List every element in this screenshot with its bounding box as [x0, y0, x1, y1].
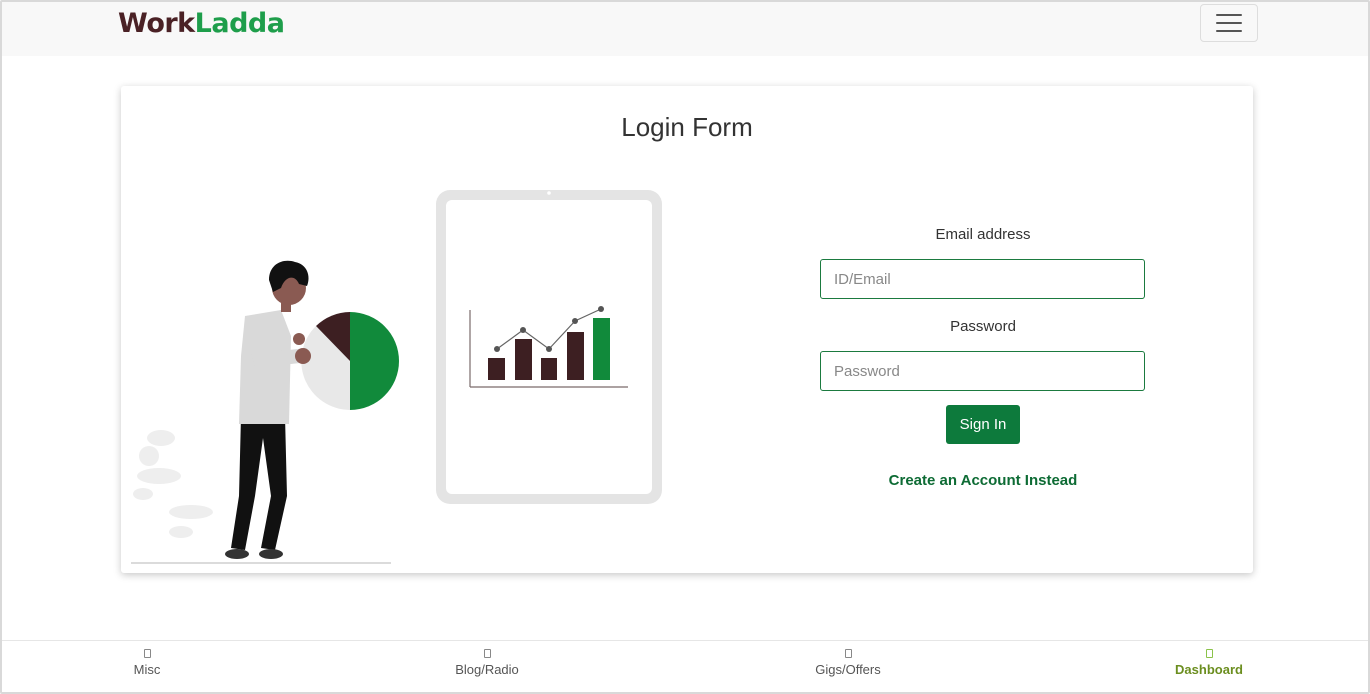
bottom-nav-label: Misc	[133, 662, 161, 677]
hamburger-line	[1216, 22, 1242, 24]
bottom-navigation: Misc Blog/Radio Gigs/Offers Dashboard	[2, 640, 1368, 692]
hamburger-menu-icon[interactable]	[1200, 4, 1258, 42]
bottom-nav-dashboard[interactable]: Dashboard	[1129, 649, 1289, 677]
brand-logo-work: Work	[118, 8, 195, 39]
brand-logo-ladda: Ladda	[194, 8, 285, 39]
login-card: Login Form Email address ID/Email Passwo…	[121, 86, 1253, 573]
hamburger-line	[1216, 14, 1242, 16]
person-figure	[225, 260, 311, 559]
password-field[interactable]	[820, 351, 1145, 391]
bottom-nav-blog-radio[interactable]: Blog/Radio	[407, 649, 567, 677]
top-navbar: WorkLadda	[2, 2, 1368, 56]
bottom-nav-label: Gigs/Offers	[815, 662, 881, 677]
password-label: Password	[950, 318, 1016, 335]
signin-wrapper: Sign In	[820, 405, 1146, 444]
dashboard-icon	[1205, 649, 1213, 658]
page-title: Login Form	[621, 112, 753, 142]
gigs-offers-icon	[844, 649, 852, 658]
login-form: Email address Password Sign In Create an…	[820, 226, 1146, 489]
email-field[interactable]	[820, 259, 1145, 299]
bottom-nav-misc[interactable]: Misc	[67, 649, 227, 677]
create-account-link[interactable]: Create an Account Instead	[820, 472, 1146, 489]
bottom-nav-label: Dashboard	[1175, 662, 1243, 677]
bottom-nav-label: Blog/Radio	[455, 662, 519, 677]
blog-radio-icon	[483, 649, 491, 658]
email-label: Email address	[935, 226, 1031, 243]
misc-icon	[143, 649, 151, 658]
pie-chart	[301, 312, 399, 410]
plant-decoration	[133, 430, 213, 538]
bottom-nav-gigs-offers[interactable]: Gigs/Offers	[768, 649, 928, 677]
hamburger-line	[1216, 30, 1242, 32]
analytics-illustration	[131, 190, 662, 564]
sign-in-button[interactable]: Sign In	[946, 405, 1020, 444]
brand-logo[interactable]: WorkLadda	[118, 8, 285, 39]
